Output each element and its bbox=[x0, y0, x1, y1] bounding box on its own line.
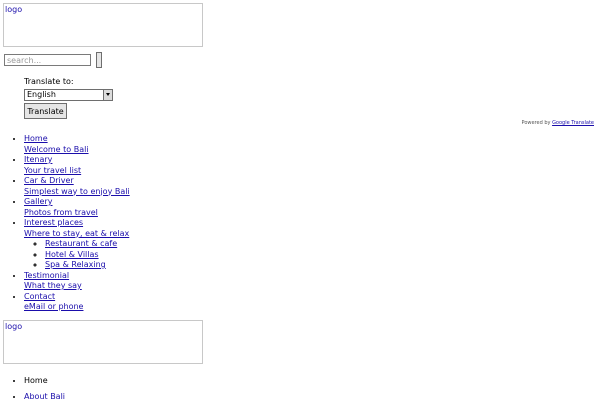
submenu-item: Hotel & Villas bbox=[45, 250, 130, 261]
search-button[interactable] bbox=[96, 52, 102, 68]
language-select-value: English bbox=[27, 90, 56, 99]
footer-item-about: About Bali bbox=[24, 392, 65, 400]
submenu-item: Spa & Relaxing bbox=[45, 260, 130, 271]
header-logo[interactable]: logo bbox=[3, 3, 203, 47]
nav-sub-contact[interactable]: eMail or phone bbox=[24, 302, 130, 313]
translate-button[interactable]: Translate bbox=[24, 103, 67, 119]
translate-label: Translate to: bbox=[24, 77, 74, 86]
nav-sub-car-driver[interactable]: Simplest way to enjoy Bali bbox=[24, 187, 130, 198]
footer-nav: Home About Bali bbox=[4, 376, 65, 400]
nav-link-contact[interactable]: Contact bbox=[24, 292, 130, 303]
nav-sub-gallery[interactable]: Photos from travel bbox=[24, 208, 130, 219]
nav-item-contact: Contact eMail or phone bbox=[24, 292, 130, 313]
search-input[interactable] bbox=[4, 54, 91, 66]
nav-item-home: Home Welcome to Bali bbox=[24, 134, 130, 155]
nav-item-testimonial: Testimonial What they say bbox=[24, 271, 130, 292]
nav-link-gallery[interactable]: Gallery bbox=[24, 197, 130, 208]
footer-item-home: Home bbox=[24, 376, 65, 387]
footer-home-current: Home bbox=[24, 376, 48, 385]
footer-logo[interactable]: logo bbox=[3, 320, 203, 364]
nav-link-testimonial[interactable]: Testimonial bbox=[24, 271, 130, 282]
page: logo Translate to: English Translate Pow… bbox=[0, 0, 600, 400]
nav-item-car-driver: Car & Driver Simplest way to enjoy Bali bbox=[24, 176, 130, 197]
nav-link-spa-relaxing[interactable]: Spa & Relaxing bbox=[45, 260, 130, 271]
nav-sub-home[interactable]: Welcome to Bali bbox=[24, 145, 130, 156]
nav-sub-itenary[interactable]: Your travel list bbox=[24, 166, 130, 177]
nav-link-home[interactable]: Home bbox=[24, 134, 130, 145]
language-select[interactable]: English bbox=[24, 89, 113, 101]
nav-sub-testimonial[interactable]: What they say bbox=[24, 281, 130, 292]
header-logo-text[interactable]: logo bbox=[5, 5, 22, 15]
nav-link-hotel-villas[interactable]: Hotel & Villas bbox=[45, 250, 130, 261]
nav-item-itenary: Itenary Your travel list bbox=[24, 155, 130, 176]
chevron-down-icon[interactable] bbox=[103, 90, 112, 100]
nav-link-interest-places[interactable]: Interest places bbox=[24, 218, 130, 229]
main-nav: Home Welcome to Bali Itenary Your travel… bbox=[4, 134, 130, 313]
nav-link-car-driver[interactable]: Car & Driver bbox=[24, 176, 130, 187]
powered-by-google: Powered by Google Translate bbox=[521, 120, 594, 126]
submenu-item: Restaurant & cafe bbox=[45, 239, 130, 250]
google-translate-link[interactable]: Google Translate bbox=[552, 120, 594, 126]
nav-link-itenary[interactable]: Itenary bbox=[24, 155, 130, 166]
footer-link-about-bali[interactable]: About Bali bbox=[24, 392, 65, 400]
powered-by-text: Powered by bbox=[521, 120, 551, 126]
nav-item-interest-places: Interest places Where to stay, eat & rel… bbox=[24, 218, 130, 271]
nav-sub-interest-places[interactable]: Where to stay, eat & relax bbox=[24, 229, 130, 240]
nav-item-gallery: Gallery Photos from travel bbox=[24, 197, 130, 218]
nav-link-restaurant-cafe[interactable]: Restaurant & cafe bbox=[45, 239, 130, 250]
interest-places-submenu: Restaurant & cafe Hotel & Villas Spa & R… bbox=[24, 239, 130, 271]
footer-logo-text[interactable]: logo bbox=[5, 322, 22, 332]
